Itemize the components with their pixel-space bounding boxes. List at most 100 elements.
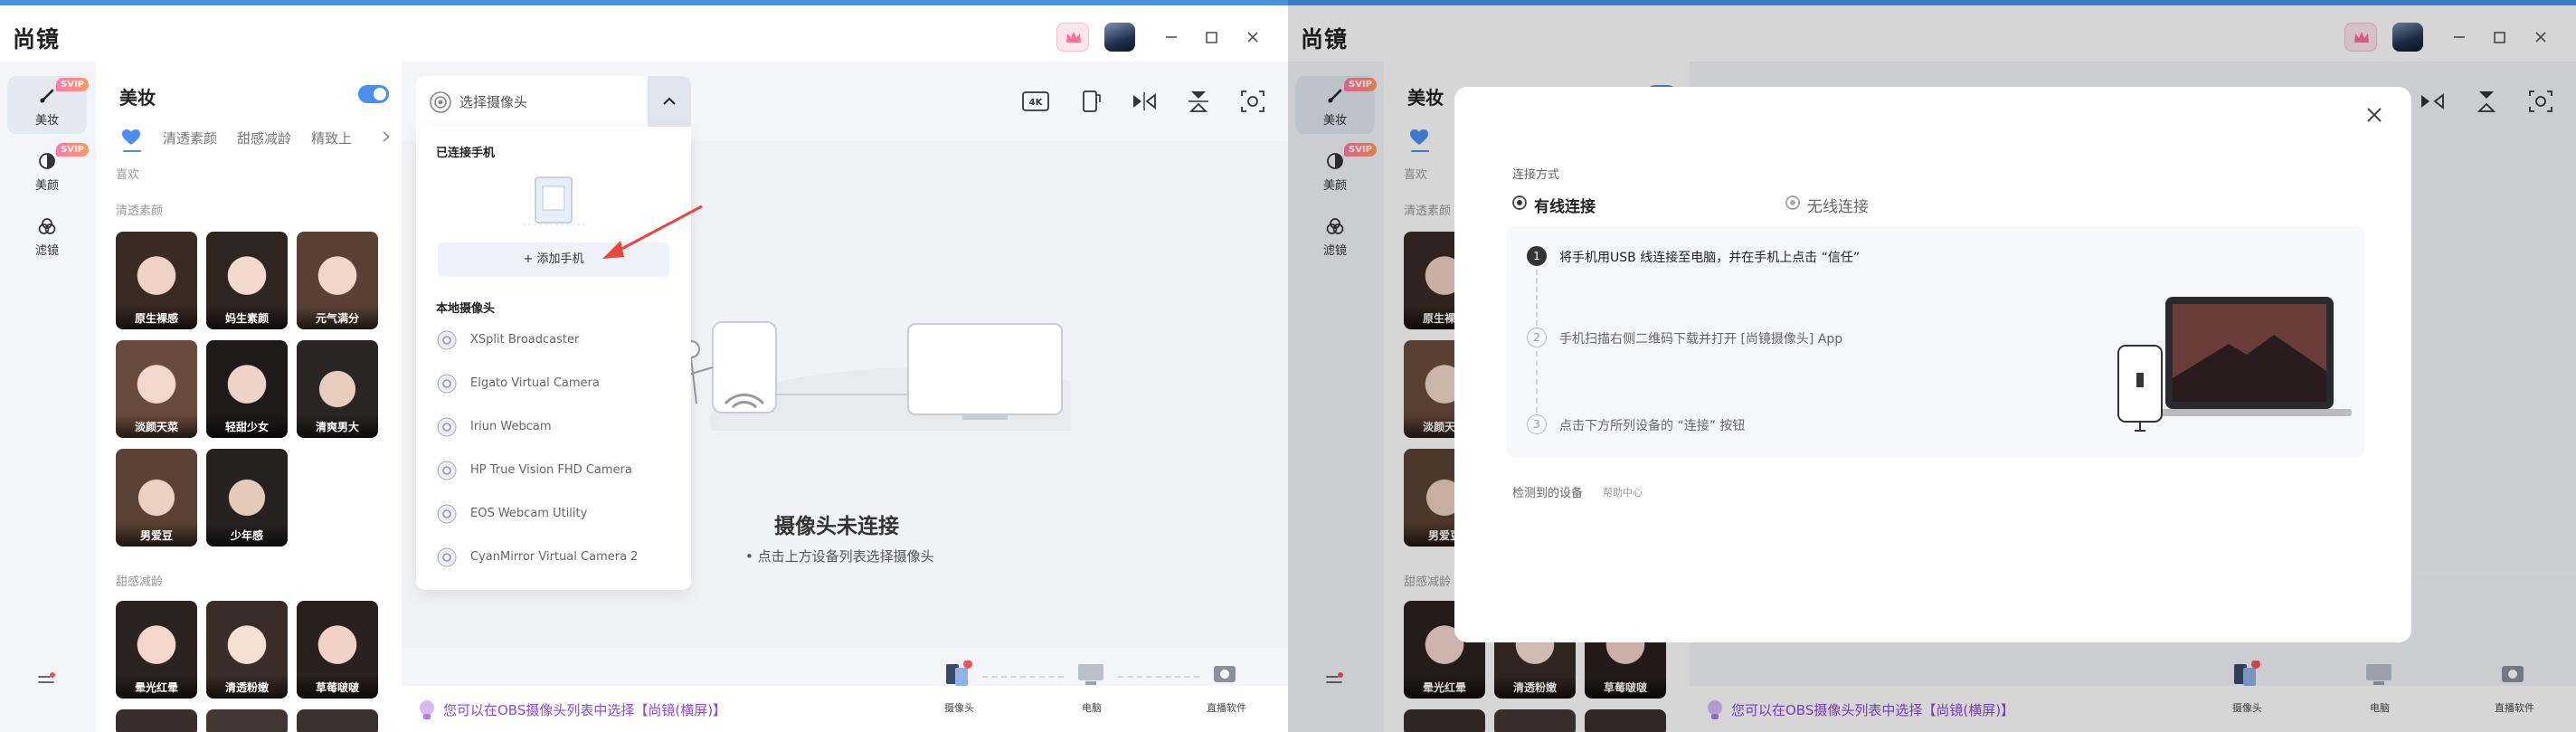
chevron-up-icon — [663, 97, 676, 105]
makeup-panel: 美妆 清透素颜 甜感减龄 精致上 喜欢 清透素颜 原生裸感 妈生素颜 元气满分 … — [96, 62, 402, 732]
chevron-right-icon[interactable] — [380, 130, 389, 143]
camera-select[interactable]: 选择摄像头 — [416, 76, 691, 127]
webcam-icon — [437, 547, 457, 567]
camera-option[interactable]: CyanMirror Virtual Camera 2 — [436, 543, 680, 574]
title-bar: 尚镜 — [0, 5, 1288, 62]
camera-dropdown: 已连接手机 + 添加手机 本地摄像头 XSplit Broadcaster El… — [416, 127, 691, 590]
menu-icon[interactable] — [34, 668, 58, 691]
camera-status-title: 摄像头未连接 — [774, 515, 899, 538]
nav-item-filter[interactable]: 滤镜 — [7, 206, 87, 264]
live-software-icon — [1214, 666, 1236, 682]
makeup-thumb[interactable]: 淡颜天菜 — [116, 340, 197, 438]
tab-sweet[interactable]: 甜感减龄 — [237, 128, 291, 147]
close-icon[interactable] — [2364, 105, 2384, 125]
camera-option[interactable]: Elgato Virtual Camera — [436, 369, 680, 400]
computer-icon — [1078, 664, 1103, 685]
help-center-link[interactable]: 帮助中心 — [1603, 485, 1643, 499]
mirror-icon[interactable] — [1129, 87, 1160, 116]
section-title: 甜感减龄 — [116, 575, 164, 589]
detected-devices-label: 检测到的设备 — [1512, 487, 1584, 500]
phone-empty-icon — [523, 176, 584, 225]
webcam-icon — [437, 461, 457, 480]
flow-label-camera: 摄像头 — [944, 702, 974, 714]
camera-option[interactable]: EOS Webcam Utility — [436, 499, 680, 530]
makeup-thumb[interactable]: 男爱豆 — [116, 449, 197, 547]
makeup-thumb[interactable]: 晕光红晕 — [116, 601, 197, 699]
close-icon[interactable] — [1241, 25, 1264, 49]
resolution-4k-button[interactable]: 4K — [1020, 87, 1051, 116]
camera-select-toggle[interactable] — [648, 76, 691, 127]
connect-phone-dialog: 连接方式 有线连接 无线连接 1 将手机用USB 线连接至电脑，并在手机上点击 … — [1454, 87, 2411, 642]
svip-badge: SVIP — [56, 143, 89, 157]
makeup-thumb[interactable]: 妈生素颜 — [206, 232, 288, 329]
step-text: 点击下方所列设备的 “连接” 按钮 — [1559, 419, 1746, 433]
step-number: 3 — [1527, 414, 1547, 434]
vip-crown-button[interactable] — [1056, 23, 1089, 52]
makeup-thumb[interactable]: 元气满分 — [297, 232, 378, 329]
webcam-icon — [437, 330, 457, 350]
flow-label-pc: 电脑 — [1082, 702, 1102, 714]
minimize-icon[interactable] — [1160, 25, 1183, 49]
panel-title: 美妆 — [119, 87, 156, 109]
active-tab-underline — [123, 150, 141, 152]
camera-option[interactable]: HP True Vision FHD Camera — [436, 456, 680, 487]
svip-badge: SVIP — [56, 78, 89, 91]
webcam-icon — [437, 417, 457, 437]
lightbulb-icon — [420, 700, 434, 719]
flow-label-live: 直播软件 — [1207, 702, 1246, 714]
webcam-icon — [437, 374, 457, 394]
step-connector — [1536, 270, 1538, 326]
webcam-icon — [430, 91, 451, 113]
rotate-screen-icon[interactable] — [1075, 87, 1105, 116]
crown-icon — [1066, 32, 1081, 43]
step-text: 将手机用USB 线连接至电脑，并在手机上点击 “信任” — [1559, 251, 1861, 265]
camera-option[interactable]: Iriun Webcam — [436, 413, 680, 443]
step-text: 手机扫描右侧二维码下载并打开 [尚镜摄像头] App — [1559, 332, 1843, 347]
screenshot-icon[interactable] — [1237, 87, 1268, 116]
tab-clear[interactable]: 清透素颜 — [163, 128, 217, 147]
step-number: 1 — [1527, 246, 1547, 266]
nav-label: 美颜 — [34, 179, 59, 193]
camera-option[interactable]: XSplit Broadcaster — [436, 326, 680, 356]
makeup-brush-icon — [40, 89, 54, 103]
makeup-thumb[interactable]: 清爽男大 — [297, 340, 378, 438]
connection-steps: 1 将手机用USB 线连接至电脑，并在手机上点击 “信任” 2 手机扫描右侧二维… — [1507, 226, 2364, 458]
phone-camera-icon — [946, 661, 972, 686]
flow-connector — [982, 676, 1064, 678]
nav-item-makeup[interactable]: 美妆 SVIP — [7, 76, 89, 134]
app-window-dropdown: 尚镜 美妆 SVIP 美颜 SVIP 滤镜 美妆 清透素颜 甜感减龄 精致上 喜… — [0, 0, 1288, 732]
filter-icon — [38, 218, 56, 234]
side-nav: 美妆 SVIP 美颜 SVIP 滤镜 — [0, 62, 96, 732]
maximize-icon[interactable] — [1199, 25, 1223, 49]
user-avatar[interactable] — [1104, 23, 1135, 52]
makeup-thumb[interactable] — [116, 709, 197, 732]
webcam-icon — [437, 504, 457, 524]
nav-label: 美妆 — [34, 114, 59, 128]
camera-select-placeholder: 选择摄像头 — [459, 94, 528, 110]
makeup-thumb[interactable] — [206, 709, 288, 732]
bottom-bar: 您可以在OBS摄像头列表中选择【尚镜(横屏)】 — [402, 686, 1288, 732]
app-logo: 尚镜 — [13, 26, 61, 52]
makeup-toggle[interactable] — [358, 85, 389, 103]
resolution-icon: 4K — [1022, 91, 1049, 111]
makeup-thumb[interactable]: 草莓啵啵 — [297, 601, 378, 699]
nav-item-beauty[interactable]: 美颜 SVIP — [7, 141, 89, 199]
section-favorites: 喜欢 — [116, 168, 140, 182]
tab-refined[interactable]: 精致上 — [311, 128, 352, 147]
heart-icon[interactable] — [121, 128, 141, 147]
makeup-thumb[interactable]: 少年感 — [206, 449, 288, 547]
makeup-thumb[interactable] — [297, 709, 378, 732]
red-arrow-annotation — [602, 204, 703, 259]
flip-vertical-icon[interactable] — [1183, 87, 1214, 116]
radio-unchecked-icon — [1785, 195, 1800, 210]
step-number: 2 — [1527, 328, 1547, 347]
makeup-thumb[interactable]: 轻甜少女 — [206, 340, 288, 438]
connection-method-label: 连接方式 — [1512, 168, 1560, 182]
makeup-thumb[interactable]: 原生裸感 — [116, 232, 197, 329]
nav-label: 滤镜 — [34, 244, 59, 258]
makeup-thumb[interactable]: 清透粉嫩 — [206, 601, 288, 699]
camera-status-hint: • 点击上方设备列表选择摄像头 — [745, 548, 934, 565]
step-connector — [1536, 351, 1538, 413]
section-title: 清透素颜 — [116, 204, 164, 218]
svg-text:4K: 4K — [1029, 98, 1044, 108]
